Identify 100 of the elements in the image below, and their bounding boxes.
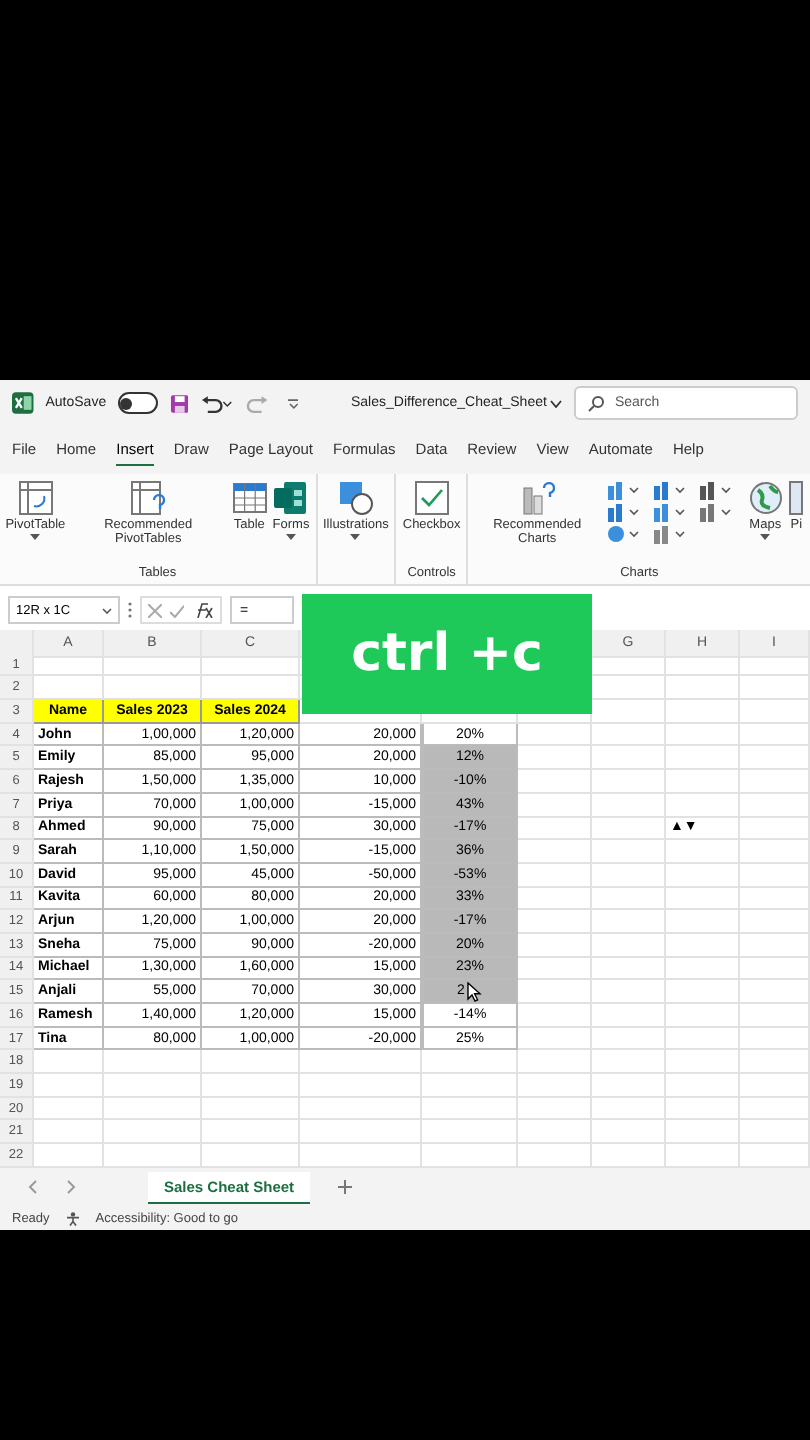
table-cell — [518, 980, 592, 1004]
table-cell — [592, 1120, 666, 1145]
table-cell — [666, 957, 740, 981]
table-cell — [666, 887, 740, 911]
table-cell — [518, 933, 592, 958]
customize-icon[interactable] — [287, 397, 299, 409]
table-cell — [666, 1050, 740, 1075]
table-cell — [518, 863, 592, 888]
table-cell — [104, 653, 202, 677]
save-icon[interactable] — [169, 393, 189, 413]
table-cell — [740, 910, 810, 934]
table-cell — [104, 1074, 202, 1098]
undo-icon[interactable] — [200, 393, 233, 413]
table-cell — [104, 1097, 202, 1121]
table-cell — [518, 817, 592, 841]
table-cell — [518, 1004, 592, 1028]
table-cell — [666, 1074, 740, 1098]
table-cell — [666, 700, 740, 724]
table-cell — [592, 957, 666, 981]
table-cell — [518, 910, 592, 934]
table-cell — [740, 1027, 810, 1051]
cancel-icon[interactable] — [148, 603, 162, 617]
table-cell — [666, 676, 740, 701]
combo-chart-icon[interactable] — [697, 502, 734, 522]
checkbox-icon — [413, 480, 450, 516]
table-cell — [592, 980, 666, 1004]
table-cell — [202, 1097, 300, 1121]
table-cell — [34, 653, 104, 677]
table-cell — [592, 1004, 666, 1028]
accessibility-icon[interactable] — [65, 1211, 80, 1226]
table-cell — [740, 676, 810, 701]
table-cell — [740, 957, 810, 981]
table-cell — [592, 887, 666, 911]
table-cell — [34, 1074, 104, 1098]
table-cell — [740, 700, 810, 724]
table-cell — [666, 1097, 740, 1121]
chart-icon — [788, 480, 805, 516]
table-cell — [666, 1004, 740, 1028]
table-cell — [592, 746, 666, 771]
table-cell — [592, 863, 666, 888]
excel-logo-icon[interactable] — [12, 392, 34, 414]
table-cell — [518, 1050, 592, 1075]
table-cell — [300, 1074, 422, 1098]
table-cell — [740, 1004, 810, 1028]
table-cell — [740, 933, 810, 958]
shortcut-banner: ctrl +c — [302, 594, 592, 714]
hierarchy-chart-icon[interactable] — [651, 480, 688, 500]
table-cell — [666, 933, 740, 958]
table-cell — [592, 723, 666, 747]
table-cell — [666, 1120, 740, 1145]
next-icon[interactable] — [66, 1180, 76, 1195]
table-cell — [666, 746, 740, 771]
line-chart-icon[interactable] — [605, 502, 642, 522]
table-cell — [740, 723, 810, 747]
waterfall-chart-icon[interactable] — [697, 480, 734, 500]
add-sheet-icon[interactable] — [338, 1180, 353, 1195]
table-cell — [34, 1120, 104, 1145]
autosave-toggle[interactable] — [118, 392, 158, 414]
table-cell — [34, 1097, 104, 1121]
table-cell — [666, 1027, 740, 1051]
enter-icon[interactable] — [170, 603, 184, 617]
table-cell — [518, 770, 592, 794]
previous-icon[interactable] — [28, 1180, 38, 1195]
table-cell — [518, 840, 592, 864]
table-cell — [518, 887, 592, 911]
table-cell — [202, 1050, 300, 1075]
table-cell — [422, 1050, 518, 1075]
table-cell — [300, 1050, 422, 1075]
table-cell — [300, 1097, 422, 1121]
table-cell — [740, 793, 810, 817]
column-chart-icon[interactable] — [651, 502, 688, 522]
table-cell — [740, 770, 810, 794]
table-cell — [666, 910, 740, 934]
table-cell — [740, 887, 810, 911]
table-cell — [104, 1120, 202, 1145]
scatter-chart-icon[interactable] — [651, 524, 688, 544]
table-cell — [740, 653, 810, 677]
table-cell — [422, 1097, 518, 1121]
table-cell — [666, 980, 740, 1004]
table-cell — [740, 980, 810, 1004]
pie-chart-icon[interactable] — [605, 524, 642, 544]
table-cell — [592, 933, 666, 958]
table-cell — [422, 1074, 518, 1098]
table-cell — [592, 817, 666, 841]
bar-chart-icon[interactable] — [605, 480, 642, 500]
table-cell — [740, 840, 810, 864]
table-cell — [300, 1120, 422, 1145]
table-cell — [592, 1027, 666, 1051]
function-icon[interactable] — [192, 602, 214, 618]
table-cell — [666, 770, 740, 794]
table-cell — [202, 1074, 300, 1098]
chevron-icon — [102, 607, 112, 613]
search-icon — [588, 395, 605, 411]
table-cell — [518, 1097, 592, 1121]
forms-icon — [272, 480, 309, 516]
table-question-icon — [130, 480, 167, 516]
table-cell — [202, 1120, 300, 1145]
table-cell — [666, 653, 740, 677]
table-cell — [666, 723, 740, 747]
table-cell — [592, 1074, 666, 1098]
